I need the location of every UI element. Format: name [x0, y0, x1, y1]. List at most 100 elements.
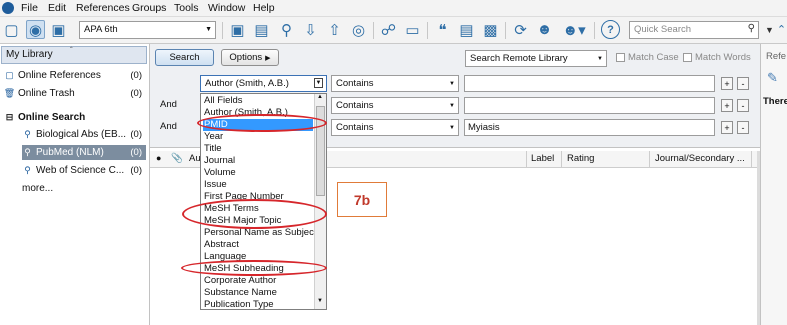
menu-help[interactable]: Help	[253, 2, 275, 14]
group-online-trash[interactable]: 🗑 Online Trash (0)	[4, 86, 146, 101]
online-db-count: (0)	[130, 165, 142, 176]
operator-value: Contains	[336, 122, 374, 133]
chevron-down-icon: ▼	[205, 26, 212, 33]
scroll-up-icon[interactable]: ▲	[317, 94, 323, 100]
remote-library-select[interactable]: Search Remote Library ▼	[465, 50, 607, 67]
insert-citation-icon[interactable]: ❝	[433, 20, 452, 39]
quick-search-input[interactable]: Quick Search ⚲	[629, 21, 759, 39]
operator-select-row-1[interactable]: Contains ▼	[331, 75, 459, 92]
toolbar-divider	[427, 22, 428, 39]
find-fulltext-icon[interactable]: ◎	[349, 20, 368, 39]
dropdown-option[interactable]: Volume	[203, 167, 313, 179]
column-author[interactable]: Au	[189, 153, 201, 164]
match-case-checkbox[interactable]	[616, 53, 625, 62]
share-group-icon[interactable]: ☻▾	[559, 20, 589, 39]
online-search-icon: ⚲	[24, 129, 31, 139]
add-row-button[interactable]: +	[721, 77, 733, 90]
menu-file[interactable]: File	[21, 2, 38, 14]
menu-tools[interactable]: Tools	[174, 2, 199, 14]
online-db-biological-abs[interactable]: ⚲ Biological Abs (EB... (0)	[22, 127, 146, 142]
chevron-down-icon[interactable]: ▼	[314, 78, 323, 88]
online-db-web-of-science[interactable]: ⚲ Web of Science C... (0)	[22, 163, 146, 178]
group-count: (0)	[130, 88, 142, 99]
search-term-input-row-2[interactable]	[464, 97, 715, 114]
word-export-icon[interactable]: ▩	[481, 20, 500, 39]
search-icon[interactable]: ⚲	[748, 23, 755, 34]
dropdown-option[interactable]: Abstract	[203, 239, 313, 251]
connector-value: And	[160, 121, 177, 132]
open-link-icon[interactable]: ☍	[379, 20, 398, 39]
online-db-pubmed[interactable]: ⚲ PubMed (NLM) (0)	[22, 145, 146, 160]
menu-window[interactable]: Window	[208, 2, 245, 14]
highlight-ellipse-mesh-terms	[182, 199, 327, 229]
column-label[interactable]: Label	[531, 153, 554, 164]
add-row-button[interactable]: +	[721, 121, 733, 134]
online-references-icon: ▢	[5, 70, 14, 80]
options-button[interactable]: Options ▶	[221, 49, 279, 66]
menu-bar: File Edit References Groups Tools Window…	[0, 0, 787, 17]
dropdown-option[interactable]: All Fields	[203, 95, 313, 107]
import-icon[interactable]: ⇩	[301, 20, 320, 39]
quick-search-placeholder: Quick Search	[634, 24, 692, 35]
online-search-header[interactable]: ⊟ Online Search	[4, 110, 146, 125]
menu-references[interactable]: References	[76, 2, 130, 14]
collapse-caret-icon[interactable]: ˆ	[70, 46, 73, 55]
match-words-checkbox[interactable]	[683, 53, 692, 62]
remove-row-button[interactable]: -	[737, 121, 749, 134]
edit-reference-icon[interactable]: ✎	[767, 70, 778, 86]
open-file-icon[interactable]: ▭	[403, 20, 422, 39]
scroll-down-icon[interactable]: ▼	[317, 298, 323, 304]
column-rating[interactable]: Rating	[567, 153, 594, 164]
output-style-value: APA 6th	[84, 24, 118, 35]
dropdown-option[interactable]: Title	[203, 143, 313, 155]
group-online-references[interactable]: ▢ Online References (0)	[4, 68, 146, 83]
dropdown-option[interactable]: Journal	[203, 155, 313, 167]
dropdown-option[interactable]: Substance Name	[203, 287, 313, 299]
chevron-down-icon: ▼	[449, 103, 455, 109]
edit-reference-icon[interactable]: ▤	[252, 20, 271, 39]
remove-row-button[interactable]: -	[737, 99, 749, 112]
collapse-up-icon[interactable]: ⌃	[772, 20, 787, 39]
menu-groups[interactable]: Groups	[132, 2, 166, 14]
online-mode-icon[interactable]: ◉	[26, 20, 45, 39]
share-icon[interactable]: ☻	[535, 20, 554, 39]
reference-panel-text: There	[763, 96, 787, 107]
attachment-icon[interactable]: 📎	[171, 153, 183, 164]
help-icon[interactable]: ?	[601, 20, 620, 39]
more-label: more...	[22, 183, 54, 194]
add-row-button[interactable]: +	[721, 99, 733, 112]
trash-icon: 🗑	[3, 88, 16, 98]
remove-row-button[interactable]: -	[737, 77, 749, 90]
dropdown-option[interactable]: Year	[203, 131, 313, 143]
export-icon[interactable]: ⇧	[325, 20, 344, 39]
more-databases-link[interactable]: more...	[22, 181, 164, 196]
connector-select-row-3[interactable]: And	[156, 119, 196, 136]
my-library-header[interactable]: My Library ˆ	[1, 46, 147, 64]
dropdown-option[interactable]: Issue	[203, 179, 313, 191]
search-button[interactable]: Search	[155, 49, 214, 66]
reference-panel-header: Refe	[766, 51, 787, 62]
read-status-icon[interactable]: ●	[156, 153, 161, 163]
dropdown-option[interactable]: Corporate Author	[203, 275, 313, 287]
online-search-icon[interactable]: ⚲	[277, 20, 296, 39]
format-bibliography-icon[interactable]: ▤	[457, 20, 476, 39]
reference-panel: Refe ✎ There	[760, 44, 787, 325]
sync-icon[interactable]: ⟳	[511, 20, 530, 39]
new-reference-icon[interactable]: ▣	[228, 20, 247, 39]
operator-select-row-2[interactable]: Contains ▼	[331, 97, 459, 114]
operator-select-row-3[interactable]: Contains ▼	[331, 119, 459, 136]
connector-select-row-2[interactable]: And	[156, 97, 196, 114]
local-library-icon[interactable]: ▢	[2, 20, 21, 39]
online-search-label: Online Search	[18, 112, 86, 123]
output-style-select[interactable]: APA 6th ▼	[79, 21, 216, 39]
search-term-input-row-3[interactable]: Myiasis	[464, 119, 715, 136]
chevron-down-icon: ▼	[597, 56, 603, 62]
collapse-minus-icon[interactable]: ⊟	[4, 112, 15, 123]
dropdown-option[interactable]: Publication Type	[203, 299, 313, 309]
group-count: (0)	[130, 70, 142, 81]
column-journal[interactable]: Journal/Secondary ...	[655, 153, 745, 164]
integrated-library-icon[interactable]: ▣	[49, 20, 68, 39]
field-select-row-1[interactable]: Author (Smith, A.B.) ▼	[200, 75, 327, 92]
search-term-input-row-1[interactable]	[464, 75, 715, 92]
menu-edit[interactable]: Edit	[48, 2, 66, 14]
